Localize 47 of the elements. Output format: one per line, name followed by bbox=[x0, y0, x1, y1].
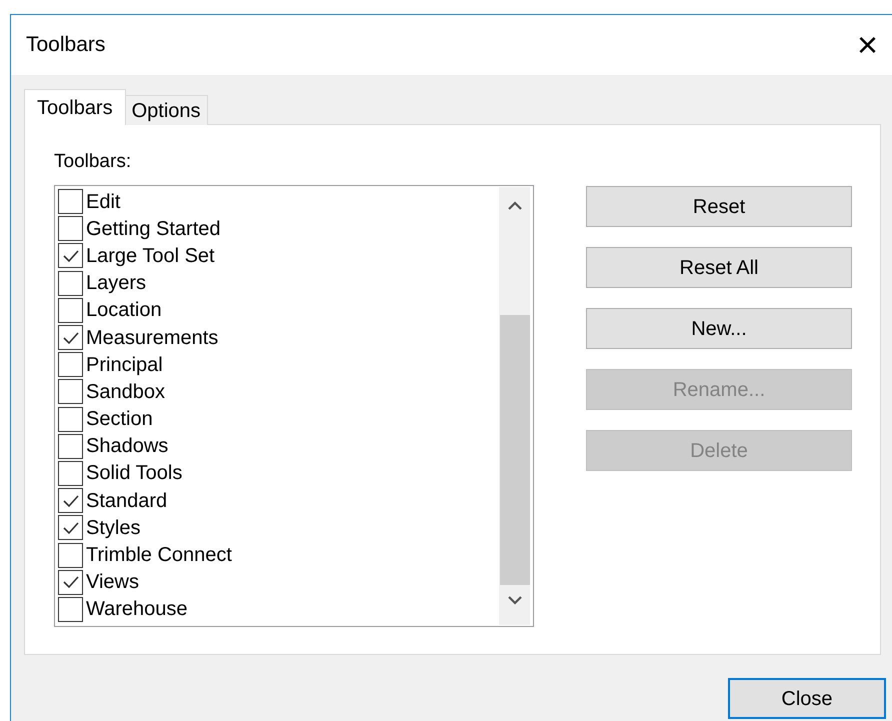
toolbar-item[interactable]: Getting Started bbox=[58, 215, 499, 242]
checkbox[interactable] bbox=[58, 570, 83, 595]
checkbox[interactable] bbox=[58, 488, 83, 514]
toolbar-item[interactable]: Section bbox=[58, 406, 499, 433]
tab[interactable]: Options bbox=[126, 95, 208, 125]
checkbox[interactable] bbox=[58, 352, 83, 378]
checkbox[interactable] bbox=[58, 243, 83, 268]
checkbox[interactable] bbox=[58, 515, 83, 540]
checkbox[interactable] bbox=[58, 596, 83, 622]
action-button[interactable]: Reset All bbox=[586, 247, 852, 288]
check-icon bbox=[62, 248, 80, 263]
tab[interactable]: Toolbars bbox=[24, 89, 126, 125]
close-button[interactable]: Close bbox=[728, 678, 886, 719]
check-icon bbox=[62, 575, 80, 590]
toolbar-item[interactable]: Edit bbox=[58, 188, 499, 216]
toolbar-item[interactable]: Warehouse bbox=[58, 596, 499, 623]
check-icon bbox=[62, 330, 80, 345]
toolbar-item[interactable]: Trimble Connect bbox=[58, 541, 499, 569]
scrollbar[interactable] bbox=[499, 187, 530, 625]
toolbar-item[interactable]: Principal bbox=[58, 351, 499, 378]
toolbar-item[interactable]: Layers bbox=[58, 270, 499, 297]
toolbar-item[interactable]: Views bbox=[58, 568, 499, 596]
checkbox[interactable] bbox=[58, 379, 83, 404]
checkbox[interactable] bbox=[58, 325, 83, 350]
checkbox[interactable] bbox=[58, 460, 83, 486]
list-label: Toolbars: bbox=[54, 151, 132, 174]
checkbox[interactable] bbox=[58, 434, 83, 459]
toolbar-item[interactable]: Location bbox=[58, 296, 499, 324]
action-button[interactable]: New... bbox=[586, 308, 852, 349]
toolbar-item[interactable]: Styles bbox=[58, 514, 499, 542]
scrollbar-thumb[interactable] bbox=[500, 315, 530, 585]
window-title: Toolbars bbox=[26, 32, 106, 58]
toolbar-item[interactable]: Standard bbox=[58, 487, 499, 514]
check-icon bbox=[62, 520, 80, 535]
toolbar-item[interactable]: Measurements bbox=[58, 324, 499, 352]
checkbox[interactable] bbox=[58, 189, 83, 214]
checkbox[interactable] bbox=[58, 216, 83, 242]
toolbar-item[interactable]: Large Tool Set bbox=[58, 242, 499, 270]
checkbox[interactable] bbox=[58, 542, 83, 568]
checkbox[interactable] bbox=[58, 298, 83, 323]
checkbox[interactable] bbox=[58, 270, 83, 296]
check-icon bbox=[62, 494, 80, 508]
toolbar-item[interactable]: Sandbox bbox=[58, 378, 499, 406]
toolbar-item[interactable]: Shadows bbox=[58, 432, 499, 460]
checkbox[interactable] bbox=[58, 406, 83, 432]
action-button[interactable]: Reset bbox=[586, 186, 852, 227]
toolbar-item[interactable]: Solid Tools bbox=[58, 460, 499, 488]
